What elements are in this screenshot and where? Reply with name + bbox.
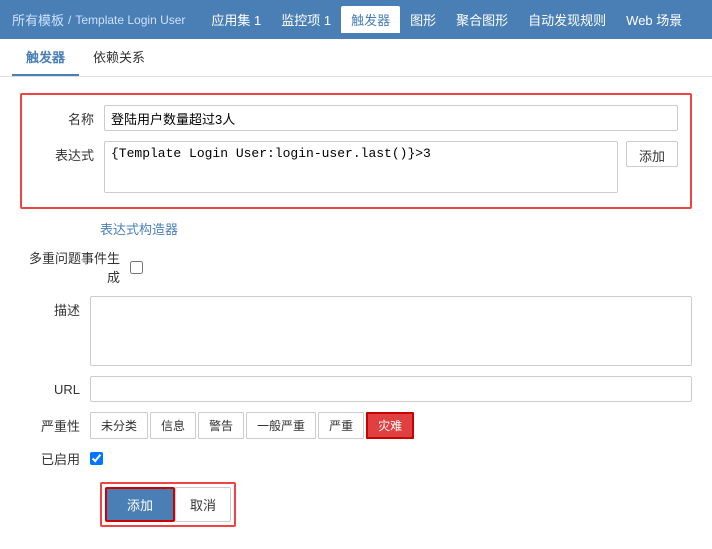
tab-triggers[interactable]: 触发器 bbox=[12, 39, 79, 76]
name-input[interactable] bbox=[104, 105, 678, 131]
highlighted-box: 名称 表达式 添加 bbox=[20, 93, 692, 209]
enabled-label: 已启用 bbox=[20, 449, 90, 468]
action-row: 添加 取消 bbox=[100, 482, 692, 527]
tab-bar: 触发器 依赖关系 bbox=[0, 39, 712, 77]
nav-monitors[interactable]: 监控项 1 bbox=[271, 6, 341, 33]
nav-triggers[interactable]: 触发器 bbox=[341, 6, 400, 33]
url-row: URL bbox=[20, 376, 692, 402]
severity-label: 严重性 bbox=[20, 416, 90, 435]
expression-builder-link[interactable]: 表达式构造器 bbox=[100, 222, 178, 237]
main-container: 触发器 依赖关系 名称 表达式 添加 表达式构造器 多重问题事件生成 bbox=[0, 39, 712, 549]
expression-builder-link-area: 表达式构造器 bbox=[100, 219, 692, 238]
tab-dependencies[interactable]: 依赖关系 bbox=[79, 39, 159, 76]
expression-row: 表达式 添加 bbox=[34, 141, 678, 193]
severity-buttons: 未分类 信息 警告 一般严重 严重 灾难 bbox=[90, 412, 414, 439]
expression-label: 表达式 bbox=[34, 141, 104, 164]
enabled-checkbox[interactable] bbox=[90, 452, 103, 465]
severity-warning[interactable]: 警告 bbox=[198, 412, 244, 439]
nav-discovery-rules[interactable]: 自动发现规则 bbox=[518, 6, 616, 33]
nav-web-scenarios[interactable]: Web 场景 bbox=[616, 6, 692, 33]
breadcrumb: 所有模板 / Template Login User bbox=[12, 10, 185, 29]
multi-event-checkbox[interactable] bbox=[130, 261, 143, 274]
action-buttons-wrapper: 添加 取消 bbox=[100, 482, 236, 527]
breadcrumb-current: Template Login User bbox=[75, 13, 185, 27]
severity-disaster[interactable]: 灾难 bbox=[366, 412, 414, 439]
url-input[interactable] bbox=[90, 376, 692, 402]
severity-information[interactable]: 信息 bbox=[150, 412, 196, 439]
desc-textarea[interactable] bbox=[90, 296, 692, 366]
name-label: 名称 bbox=[34, 109, 104, 128]
desc-label: 描述 bbox=[20, 296, 90, 319]
multi-event-row: 多重问题事件生成 bbox=[20, 248, 692, 286]
expression-input[interactable] bbox=[104, 141, 618, 193]
url-label: URL bbox=[20, 382, 90, 397]
name-row: 名称 bbox=[34, 105, 678, 131]
top-bar: 所有模板 / Template Login User 应用集 1 监控项 1 触… bbox=[0, 0, 712, 39]
breadcrumb-sep: / bbox=[68, 13, 71, 27]
desc-row: 描述 bbox=[20, 296, 692, 366]
nav-graphs[interactable]: 图形 bbox=[400, 6, 446, 33]
top-nav: 应用集 1 监控项 1 触发器 图形 聚合图形 自动发现规则 Web 场景 bbox=[201, 6, 692, 33]
nav-app-collections[interactable]: 应用集 1 bbox=[201, 6, 271, 33]
form-area: 名称 表达式 添加 表达式构造器 多重问题事件生成 描述 URL bbox=[0, 77, 712, 543]
nav-aggregate-graphs[interactable]: 聚合图形 bbox=[446, 6, 518, 33]
cancel-button[interactable]: 取消 bbox=[175, 487, 231, 522]
expression-add-button[interactable]: 添加 bbox=[626, 141, 678, 167]
multi-event-label: 多重问题事件生成 bbox=[20, 248, 130, 286]
severity-not-classified[interactable]: 未分类 bbox=[90, 412, 148, 439]
severity-row: 严重性 未分类 信息 警告 一般严重 严重 灾难 bbox=[20, 412, 692, 439]
severity-average[interactable]: 一般严重 bbox=[246, 412, 316, 439]
breadcrumb-all-templates[interactable]: 所有模板 bbox=[12, 10, 64, 29]
enabled-row: 已启用 bbox=[20, 449, 692, 468]
add-button[interactable]: 添加 bbox=[105, 487, 175, 522]
severity-high[interactable]: 严重 bbox=[318, 412, 364, 439]
